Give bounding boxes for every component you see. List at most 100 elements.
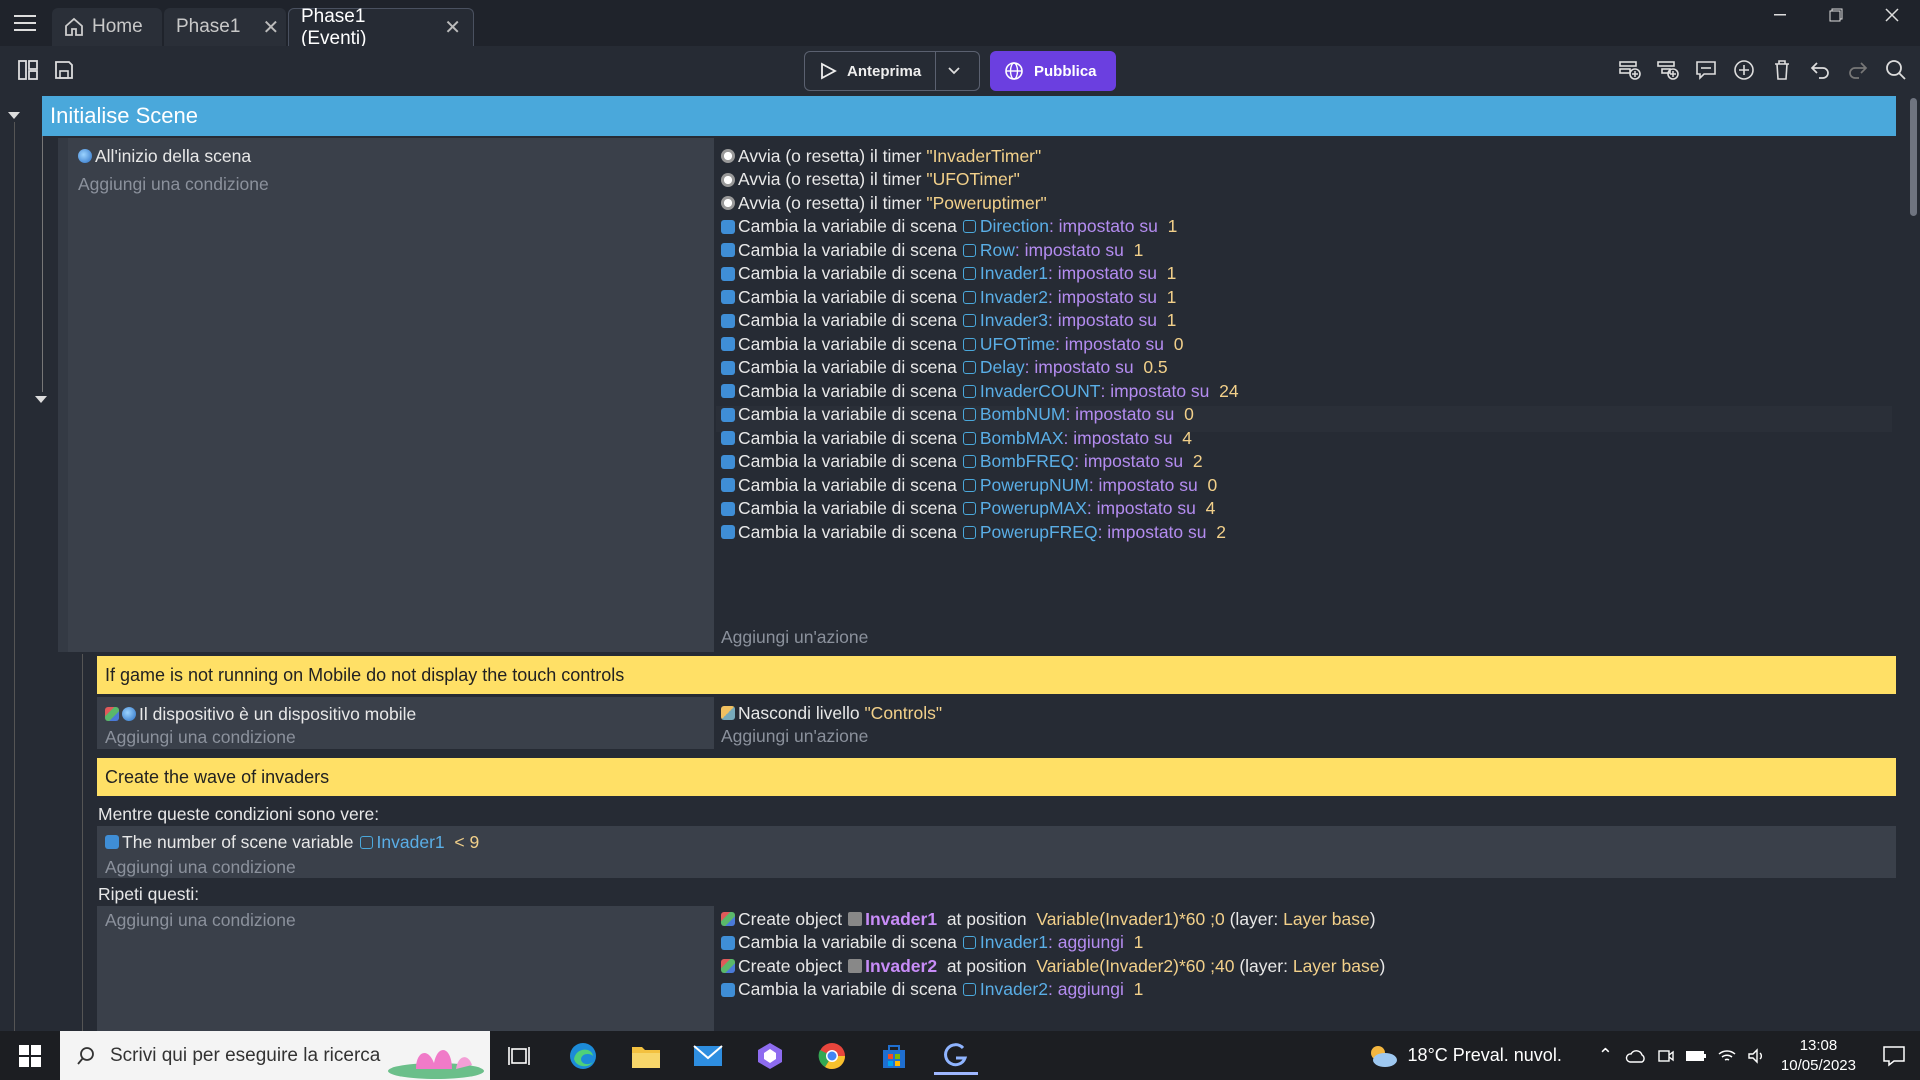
meet-icon[interactable]: [1657, 1047, 1675, 1065]
layer-icon: [721, 706, 735, 720]
publish-button[interactable]: Pubblica: [990, 51, 1116, 91]
action-set-variable[interactable]: Cambia la variabile di scena Invader1: ag…: [721, 931, 1143, 955]
battery-icon[interactable]: [1685, 1049, 1707, 1063]
action-set-variable[interactable]: Cambia la variabile di scena BombFREQ: im…: [721, 450, 1203, 474]
store-app[interactable]: [872, 1037, 916, 1075]
collapse-event-icon[interactable]: [35, 396, 49, 404]
clock[interactable]: 13:08 10/05/2023: [1781, 1036, 1856, 1076]
action-set-variable[interactable]: Cambia la variabile di scena UFOTime: imp…: [721, 332, 1183, 356]
operator: : impostato su: [1065, 404, 1175, 424]
panels-button[interactable]: [10, 52, 46, 88]
task-view-button[interactable]: [498, 1037, 542, 1075]
chevron-up-icon[interactable]: ⌃: [1598, 1045, 1613, 1066]
close-icon[interactable]: ✕: [262, 15, 279, 40]
action-set-variable[interactable]: Cambia la variabile di scena InvaderCOUNT…: [721, 379, 1239, 403]
redo-icon: [1849, 62, 1868, 79]
action-start-timer[interactable]: Avvia (o resetta) il timer "Poweruptimer…: [721, 191, 1047, 215]
minimize-button[interactable]: [1752, 0, 1808, 30]
action-set-variable[interactable]: Cambia la variabile di scena BombMAX: imp…: [721, 426, 1192, 450]
add-action-link[interactable]: Aggiungi un'azione: [721, 724, 868, 748]
scene-variable-icon: [962, 220, 976, 233]
vertical-scrollbar[interactable]: [1906, 94, 1920, 1031]
tab-phase1[interactable]: Phase1 ✕: [164, 8, 286, 46]
scrollbar-thumb[interactable]: [1910, 98, 1917, 216]
action-set-variable[interactable]: Cambia la variabile di scena Invader2: ag…: [721, 978, 1143, 1002]
variable-name: Invader2: [979, 286, 1048, 307]
volume-icon[interactable]: [1747, 1047, 1767, 1064]
event-handle[interactable]: [58, 138, 68, 652]
conditions-panel[interactable]: [68, 138, 714, 652]
add-event-button[interactable]: [1612, 52, 1648, 88]
scene-icon: [78, 149, 92, 163]
weather-text[interactable]: 18°C Preval. nuvol.: [1408, 1045, 1562, 1066]
action-set-variable[interactable]: Cambia la variabile di scena Direction: i…: [721, 215, 1177, 239]
action-create-object[interactable]: Create object Invader1 at position Variab…: [721, 907, 1376, 931]
add-subevent-icon: [1657, 61, 1679, 80]
edge-app[interactable]: [561, 1037, 605, 1075]
chrome-app[interactable]: [810, 1037, 854, 1075]
scene-variable-icon: [962, 455, 976, 468]
close-window-button[interactable]: [1864, 0, 1920, 30]
while-condition[interactable]: The number of scene variable Invader1 < 9: [105, 830, 479, 854]
action-set-variable[interactable]: Cambia la variabile di scena Invader1: im…: [721, 262, 1176, 286]
comment-invader-wave[interactable]: Create the wave of invaders: [97, 758, 1896, 796]
undo-button[interactable]: [1802, 52, 1838, 88]
subevent-guide: [82, 654, 83, 1031]
action-text: Cambia la variabile di scena: [738, 333, 957, 354]
redo-button[interactable]: [1840, 52, 1876, 88]
event-sheet[interactable]: Initialise Scene All'inizio della scena …: [0, 94, 1920, 1031]
preview-button[interactable]: Anteprima: [805, 52, 937, 90]
taskbar-search[interactable]: Scrivi qui per eseguire la ricerca: [60, 1031, 490, 1080]
variable-icon: [721, 266, 735, 281]
variable-name: BombFREQ: [979, 451, 1075, 471]
action-hide-layer[interactable]: Nascondi livello "Controls": [721, 701, 942, 725]
action-set-variable[interactable]: Cambia la variabile di scena Invader3: im…: [721, 309, 1176, 333]
start-button[interactable]: [8, 1037, 52, 1075]
action-set-variable[interactable]: Cambia la variabile di scena PowerupNUM: …: [721, 473, 1217, 497]
delete-button[interactable]: [1764, 52, 1800, 88]
restore-button[interactable]: [1808, 0, 1864, 30]
action-set-variable[interactable]: Cambia la variabile di scena PowerupMAX: …: [721, 497, 1215, 521]
add-comment-button[interactable]: [1688, 52, 1724, 88]
action-start-timer[interactable]: Avvia (o resetta) il timer "UFOTimer": [721, 168, 1020, 192]
menu-button[interactable]: [0, 0, 50, 46]
comment-touch-controls[interactable]: If game is not running on Mobile do not …: [97, 656, 1896, 694]
action-set-variable[interactable]: Cambia la variabile di scena Delay: impos…: [721, 356, 1168, 380]
operator: : impostato su: [1024, 357, 1134, 377]
copilot-app[interactable]: [748, 1037, 792, 1075]
tab-phase1-events[interactable]: Phase1 (Eventi) ✕: [288, 6, 474, 49]
condition-at-scene-start[interactable]: All'inizio della scena: [78, 144, 251, 168]
add-condition-link[interactable]: Aggiungi una condizione: [105, 855, 296, 879]
action-set-variable[interactable]: Cambia la variabile di scena BombNUM: imp…: [721, 403, 1194, 427]
action-set-variable[interactable]: Cambia la variabile di scena Invader2: im…: [721, 285, 1176, 309]
add-more-button[interactable]: [1726, 52, 1762, 88]
search-button[interactable]: [1878, 52, 1914, 88]
action-set-variable[interactable]: Cambia la variabile di scena Row: imposta…: [721, 238, 1143, 262]
add-action-link[interactable]: Aggiungi un'azione: [721, 625, 868, 649]
collapse-group-icon[interactable]: [8, 112, 22, 120]
action-set-variable[interactable]: Cambia la variabile di scena PowerupFREQ:…: [721, 520, 1226, 544]
explorer-app[interactable]: [624, 1037, 668, 1075]
add-subevent-button[interactable]: [1650, 52, 1686, 88]
group-header[interactable]: Initialise Scene: [42, 96, 1896, 136]
wifi-icon[interactable]: [1717, 1048, 1737, 1064]
close-icon[interactable]: ✕: [444, 15, 461, 40]
condition-mobile-device[interactable]: Il dispositivo è un dispositivo mobile: [105, 702, 416, 726]
action-start-timer[interactable]: Avvia (o resetta) il timer "InvaderTimer…: [721, 144, 1041, 168]
preview-dropdown[interactable]: [936, 67, 972, 75]
add-condition-link[interactable]: Aggiungi una condizione: [105, 725, 296, 749]
timer-name: "Poweruptimer": [926, 192, 1047, 213]
save-button[interactable]: [46, 52, 82, 88]
scene-variable-icon: [962, 384, 976, 398]
mail-app[interactable]: [686, 1037, 730, 1075]
preview-label: Anteprima: [847, 62, 922, 80]
notifications-icon[interactable]: [1882, 1045, 1906, 1067]
add-condition-link[interactable]: Aggiungi una condizione: [78, 172, 269, 196]
onedrive-cloud-icon[interactable]: [1625, 1048, 1647, 1064]
value: 0: [1184, 404, 1194, 424]
add-condition-link[interactable]: Aggiungi una condizione: [105, 908, 296, 932]
action-create-object[interactable]: Create object Invader2 at position Variab…: [721, 954, 1385, 978]
operator: : impostato su: [1086, 498, 1196, 518]
tab-home[interactable]: Home: [52, 8, 162, 46]
gdevelop-app[interactable]: [934, 1037, 978, 1075]
